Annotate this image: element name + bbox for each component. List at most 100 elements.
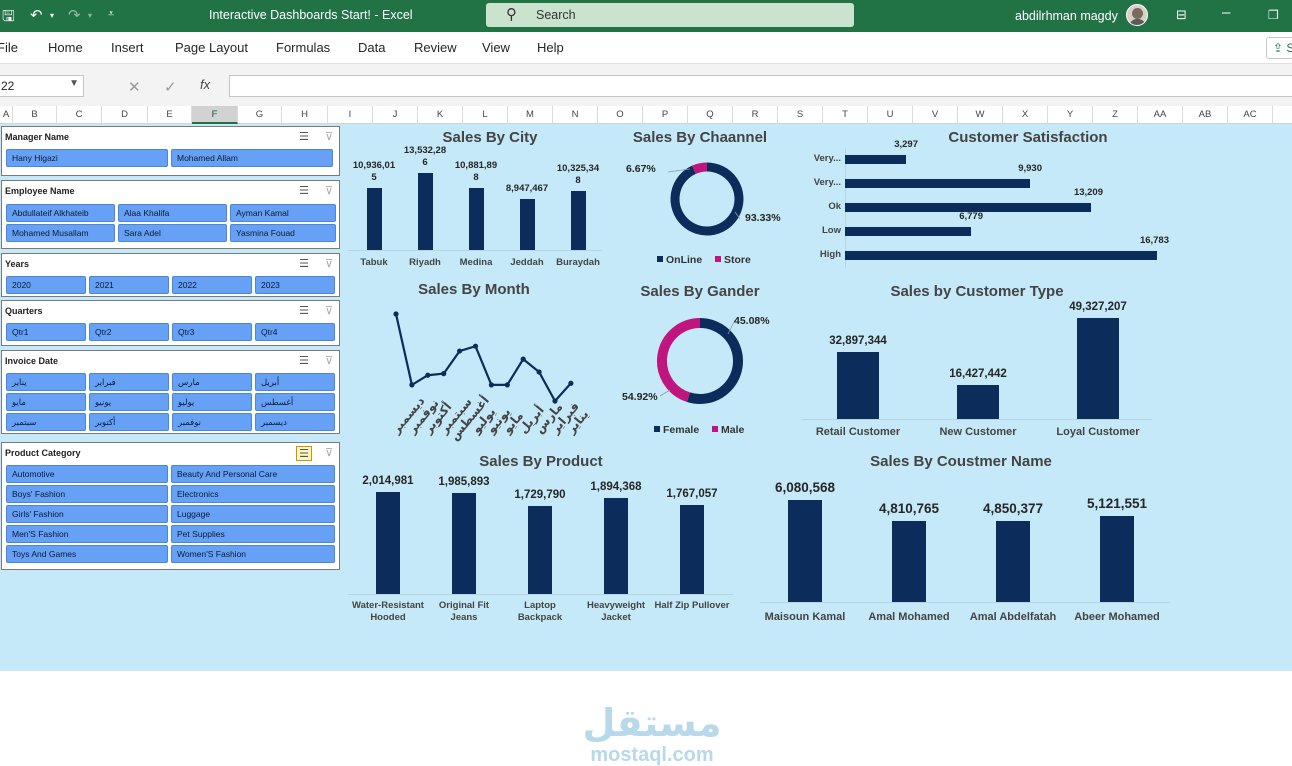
column-header-h[interactable]: H	[282, 106, 328, 124]
column-header-aa[interactable]: AA	[1138, 106, 1183, 124]
redo-icon[interactable]: ↷	[68, 6, 81, 24]
column-header-e[interactable]: E	[148, 106, 192, 124]
tab-help[interactable]: Help	[537, 40, 564, 55]
multi-select-icon[interactable]: ☰	[299, 257, 309, 270]
formula-input[interactable]	[229, 75, 1292, 97]
user-name[interactable]: abdilrhman magdy	[1015, 9, 1118, 23]
column-header-x[interactable]: X	[1003, 106, 1048, 124]
enter-icon[interactable]: ✓	[164, 78, 177, 96]
slicer-item[interactable]: Girls' Fashion	[6, 505, 168, 523]
slicer-item[interactable]: مارس	[172, 373, 252, 391]
multi-select-icon[interactable]: ☰	[296, 446, 312, 461]
multi-select-icon[interactable]: ☰	[299, 304, 309, 317]
column-header-ab[interactable]: AB	[1183, 106, 1228, 124]
slicer-item[interactable]: Women'S Fashion	[171, 545, 335, 563]
search-box[interactable]: ⚲ Search	[486, 3, 854, 27]
redo-dropdown-icon[interactable]: ▾	[88, 11, 92, 20]
slicer-item[interactable]: Pet Supplies	[171, 525, 335, 543]
dashboard-sheet[interactable]: Manager Name ☰ ⊽ Hany Higazi Mohamed Alla…	[0, 124, 1292, 765]
multi-select-icon[interactable]: ☰	[299, 184, 309, 197]
column-header-y[interactable]: Y	[1048, 106, 1093, 124]
clear-filter-icon[interactable]: ⊽	[325, 257, 333, 270]
slicer-item[interactable]: Toys And Games	[6, 545, 168, 563]
slicer-item[interactable]: أبريل	[255, 373, 335, 391]
avatar[interactable]	[1126, 4, 1148, 26]
column-header-c[interactable]: C	[57, 106, 102, 124]
tab-formulas[interactable]: Formulas	[276, 40, 330, 55]
slicer-item[interactable]: أكتوبر	[89, 413, 169, 431]
slicer-product-category[interactable]: Product Category ☰ ⊽ Automotive Beauty An…	[1, 442, 340, 570]
undo-dropdown-icon[interactable]: ▾	[50, 11, 54, 20]
slicer-item[interactable]: Ayman Kamal	[230, 204, 336, 222]
slicer-item[interactable]: أغسطس	[255, 393, 335, 411]
slicer-invoice-date[interactable]: Invoice Date ☰ ⊽ يناير فبراير مارس أبريل …	[1, 350, 340, 434]
slicer-item[interactable]: فبراير	[89, 373, 169, 391]
cancel-icon[interactable]: ✕	[128, 78, 141, 96]
slicer-item[interactable]: Abdullateif Alkhateib	[6, 204, 115, 222]
column-header-s[interactable]: S	[778, 106, 823, 124]
slicer-item[interactable]: نوفمبر	[172, 413, 252, 431]
slicer-item[interactable]: يوليو	[172, 393, 252, 411]
column-header-k[interactable]: K	[418, 106, 463, 124]
clear-filter-icon[interactable]: ⊽	[325, 354, 333, 367]
multi-select-icon[interactable]: ☰	[299, 130, 309, 143]
multi-select-icon[interactable]: ☰	[299, 354, 309, 367]
slicer-item[interactable]: Mohamed Musallam	[6, 224, 115, 242]
minimize-icon[interactable]: –	[1222, 4, 1230, 21]
insert-function-icon[interactable]: fx	[200, 77, 210, 92]
slicer-quarters[interactable]: Quarters ☰ ⊽ Qtr1 Qtr2 Qtr3 Qtr4	[1, 300, 340, 346]
tab-page-layout[interactable]: Page Layout	[175, 40, 248, 55]
column-header-ac[interactable]: AC	[1228, 106, 1273, 124]
tab-review[interactable]: Review	[414, 40, 457, 55]
tab-insert[interactable]: Insert	[111, 40, 144, 55]
tab-home[interactable]: Home	[48, 40, 83, 55]
column-header-w[interactable]: W	[958, 106, 1003, 124]
column-header-b[interactable]: B	[13, 106, 57, 124]
save-icon[interactable]: 🖫	[2, 6, 15, 31]
column-header-m[interactable]: M	[508, 106, 553, 124]
column-header-q[interactable]: Q	[688, 106, 733, 124]
column-header-z[interactable]: Z	[1093, 106, 1138, 124]
clear-filter-icon[interactable]: ⊽	[325, 446, 333, 459]
column-header-u[interactable]: U	[868, 106, 913, 124]
slicer-item[interactable]: Boys' Fashion	[6, 485, 168, 503]
slicer-item[interactable]: يونيو	[89, 393, 169, 411]
chevron-down-icon[interactable]: ▼	[69, 78, 79, 89]
clear-filter-icon[interactable]: ⊽	[325, 304, 333, 317]
column-header-t[interactable]: T	[823, 106, 868, 124]
restore-icon[interactable]: ❐	[1268, 8, 1279, 22]
slicer-item[interactable]: Beauty And Personal Care	[171, 465, 335, 483]
slicer-item[interactable]: Automotive	[6, 465, 168, 483]
column-header-a[interactable]: A	[0, 106, 13, 124]
column-header-l[interactable]: L	[463, 106, 508, 124]
column-header-o[interactable]: O	[598, 106, 643, 124]
slicer-item[interactable]: 2023	[255, 276, 335, 294]
slicer-years[interactable]: Years ☰ ⊽ 2020 2021 2022 2023	[1, 253, 340, 297]
column-header-f[interactable]: F	[192, 106, 238, 124]
slicer-item[interactable]: Qtr3	[172, 323, 252, 341]
slicer-item[interactable]: Hany Higazi	[6, 149, 168, 167]
slicer-item[interactable]: 2021	[89, 276, 169, 294]
slicer-item[interactable]: 2022	[172, 276, 252, 294]
slicer-item[interactable]: سبتمبر	[6, 413, 86, 431]
slicer-item[interactable]: Qtr2	[89, 323, 169, 341]
column-header-i[interactable]: I	[328, 106, 373, 124]
name-box[interactable]: 22 ▼	[0, 75, 84, 97]
slicer-item[interactable]: يناير	[6, 373, 86, 391]
tab-data[interactable]: Data	[358, 40, 385, 55]
column-header-d[interactable]: D	[102, 106, 148, 124]
column-header-g[interactable]: G	[238, 106, 282, 124]
column-header-p[interactable]: P	[643, 106, 688, 124]
slicer-item[interactable]: 2020	[6, 276, 86, 294]
slicer-employee-name[interactable]: Employee Name ☰ ⊽ Abdullateif Alkhateib A…	[1, 180, 340, 249]
customize-qat-icon[interactable]: ⩡	[108, 8, 114, 21]
column-header-v[interactable]: V	[913, 106, 958, 124]
slicer-item[interactable]: Sara Adel	[118, 224, 227, 242]
ribbon-display-icon[interactable]: ⊟	[1176, 7, 1187, 23]
tab-file[interactable]: File	[0, 40, 18, 55]
clear-filter-icon[interactable]: ⊽	[325, 130, 333, 143]
column-header-j[interactable]: J	[373, 106, 418, 124]
tab-view[interactable]: View	[482, 40, 510, 55]
slicer-item[interactable]: ديسمبر	[255, 413, 335, 431]
slicer-item[interactable]: Qtr1	[6, 323, 86, 341]
